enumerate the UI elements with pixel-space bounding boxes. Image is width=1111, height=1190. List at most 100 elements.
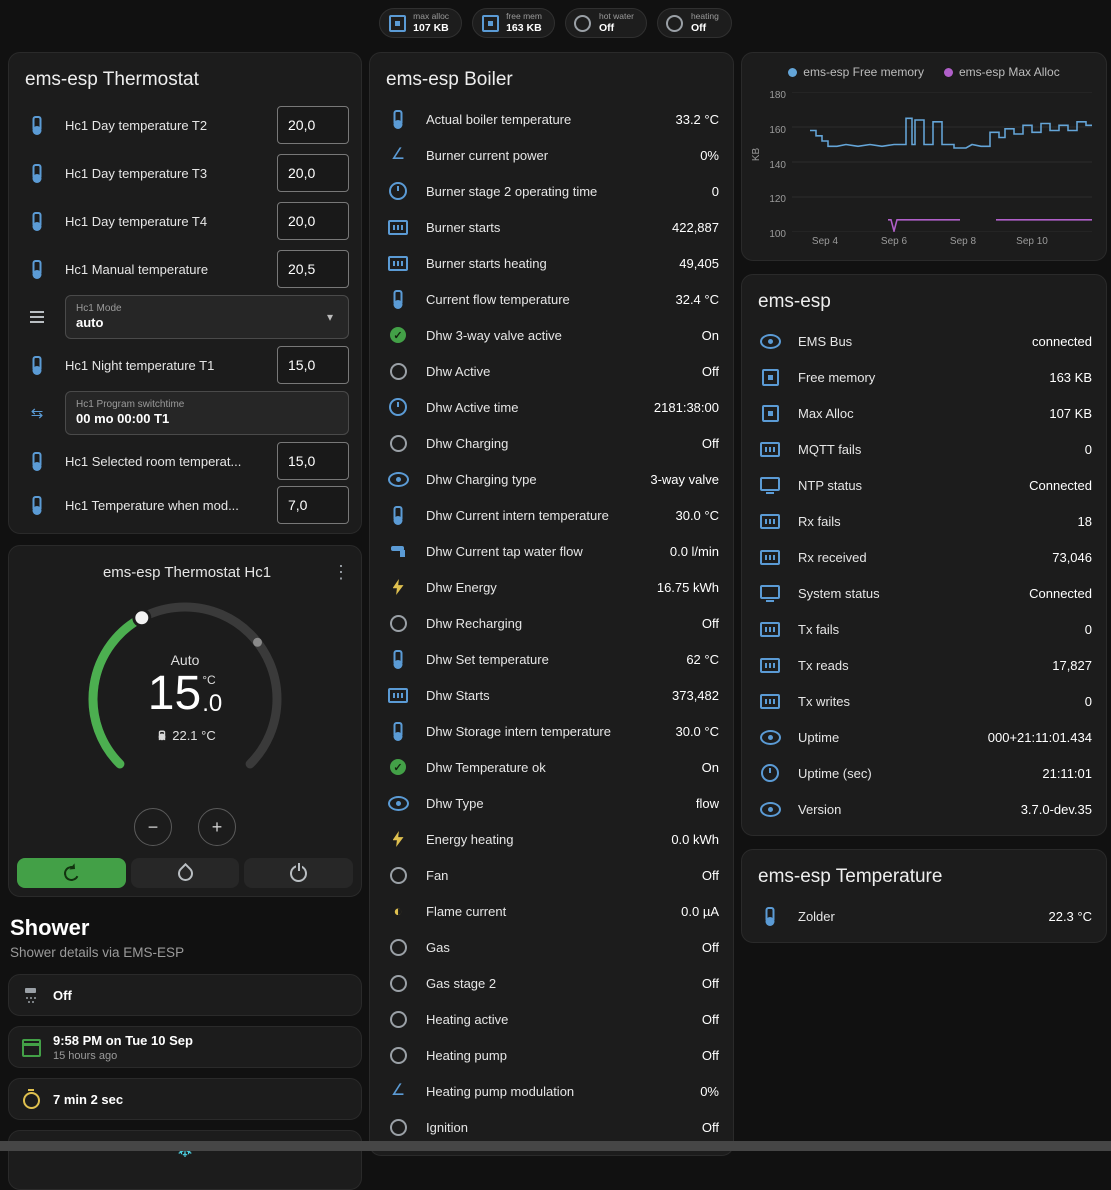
chip-label: free mem [506,12,542,22]
sensor-row[interactable]: Tx fails0 [742,611,1106,647]
chip-free-mem[interactable]: free mem 163 KB [472,8,555,38]
field-value: 00 mo 00:00 T1 [76,411,338,428]
temp-decrease-button[interactable]: − [134,808,172,846]
temperature-input[interactable] [277,486,349,524]
program-switchtime-field[interactable]: Hc1 Program switchtime 00 mo 00:00 T1 [65,391,349,435]
legend-free-memory[interactable]: ems-esp Free memory [788,65,924,79]
sensor-row[interactable]: Zolder22.3 °C [742,898,1106,934]
sensor-row[interactable]: FanOff [370,857,733,893]
sensor-row[interactable]: Heating activeOff [370,1001,733,1037]
thermostat-row: Hc1 Temperature when mod... [9,485,361,533]
row-label: Uptime (sec) [798,766,1032,781]
chip-max-alloc[interactable]: max alloc 107 KB [379,8,462,38]
shower-duration-card[interactable]: 7 min 2 sec [8,1078,362,1120]
sensor-row[interactable]: Burner starts heating49,405 [370,245,733,281]
row-label: EMS Bus [798,334,1022,349]
row-value: 17,827 [1052,658,1092,673]
sensor-row[interactable]: Dhw Active time2181:38:00 [370,389,733,425]
thermometer-icon [758,904,782,928]
sensor-row[interactable]: Dhw Charging type3-way valve [370,461,733,497]
chip-label: heating [691,12,719,22]
sensor-row[interactable]: Dhw Starts373,482 [370,677,733,713]
sensor-row[interactable]: Dhw ActiveOff [370,353,733,389]
row-value: 30.0 °C [675,508,719,523]
sensor-row[interactable]: Dhw Energy16.75 kWh [370,569,733,605]
sensor-row[interactable]: Version3.7.0-dev.35 [742,791,1106,827]
mode-off-button[interactable] [244,858,353,888]
sensor-row[interactable]: Burner current power0% [370,137,733,173]
sensor-row[interactable]: EMS Busconnected [742,323,1106,359]
row-label: Actual boiler temperature [426,112,665,127]
sensor-row[interactable]: Tx writes0 [742,683,1106,719]
temperature-input[interactable] [277,442,349,480]
row-value: 422,887 [672,220,719,235]
sensor-row[interactable]: Rx fails18 [742,503,1106,539]
temperature-input[interactable] [277,154,349,192]
chip-hot-water[interactable]: hot water Off [565,8,647,38]
check-circle-icon [386,755,410,779]
swap-icon [25,401,49,425]
menu-icon[interactable] [331,560,351,584]
sensor-row[interactable]: Energy heating0.0 kWh [370,821,733,857]
temperature-input[interactable] [277,202,349,240]
chip-heating[interactable]: heating Off [657,8,732,38]
sensor-row[interactable]: Actual boiler temperature33.2 °C [370,101,733,137]
row-label: Heating pump [426,1048,692,1063]
mode-auto-button[interactable] [17,858,126,888]
memory-chart-card: ems-esp Free memory ems-esp Max Alloc KB… [741,52,1107,261]
chip-value: 163 KB [506,22,542,34]
mode-heat-button[interactable] [131,858,240,888]
sensor-row[interactable]: Heating pump modulation0% [370,1073,733,1109]
sensor-row[interactable]: Rx received73,046 [742,539,1106,575]
legend-max-alloc[interactable]: ems-esp Max Alloc [944,65,1060,79]
mode-select[interactable]: Hc1 Mode auto [65,295,349,339]
temperature-input[interactable] [277,346,349,384]
sensor-row[interactable]: Current flow temperature32.4 °C [370,281,733,317]
sensor-row[interactable]: Dhw Temperature okOn [370,749,733,785]
sensor-row[interactable]: GasOff [370,929,733,965]
sensor-row[interactable]: Dhw 3-way valve activeOn [370,317,733,353]
eye-icon [758,725,782,749]
sensor-row[interactable]: Dhw ChargingOff [370,425,733,461]
sensor-row[interactable]: Max Alloc107 KB [742,395,1106,431]
sensor-row[interactable]: Burner stage 2 operating time0 [370,173,733,209]
temperature-input[interactable] [277,250,349,288]
temperature-card: ems-esp Temperature Zolder22.3 °C [741,849,1107,943]
circle-outline-icon [574,14,592,32]
sensor-row[interactable]: Dhw Typeflow [370,785,733,821]
sensor-row[interactable]: Gas stage 2Off [370,965,733,1001]
row-label: Max Alloc [798,406,1039,421]
calendar-icon [19,1035,43,1059]
sensor-row[interactable]: IgnitionOff [370,1109,733,1145]
shower-last-time-card[interactable]: 9:58 PM on Tue 10 Sep 15 hours ago [8,1026,362,1068]
sensor-row[interactable]: System statusConnected [742,575,1106,611]
row-label: Hc1 Manual temperature [65,262,277,277]
sensor-row[interactable]: Dhw Current intern temperature30.0 °C [370,497,733,533]
thermometer-icon [386,287,410,311]
sensor-row[interactable]: Heating pumpOff [370,1037,733,1073]
sensor-row[interactable]: Flame current0.0 µA [370,893,733,929]
sensor-row[interactable]: Dhw RechargingOff [370,605,733,641]
shower-state-card[interactable]: Off [8,974,362,1016]
row-value: 0% [700,148,719,163]
sensor-row[interactable]: Dhw Storage intern temperature30.0 °C [370,713,733,749]
sensor-row[interactable]: NTP statusConnected [742,467,1106,503]
sensor-row[interactable]: MQTT fails0 [742,431,1106,467]
sensor-row[interactable]: Dhw Set temperature62 °C [370,641,733,677]
thermostat-dial[interactable]: Auto 15 °C .0 22.1 °C [69,588,301,804]
sensor-row[interactable]: Dhw Current tap water flow0.0 l/min [370,533,733,569]
legend-label: ems-esp Max Alloc [959,65,1060,79]
sensor-row[interactable]: Uptime (sec)21:11:01 [742,755,1106,791]
sensor-row[interactable]: Burner starts422,887 [370,209,733,245]
thermostat-row: Hc1 Selected room temperat... [9,437,361,485]
shower-alert-card[interactable] [8,1130,362,1190]
sensor-row[interactable]: Free memory163 KB [742,359,1106,395]
temperature-input[interactable] [277,106,349,144]
sensor-row[interactable]: Tx reads17,827 [742,647,1106,683]
row-value: 0 [1085,694,1092,709]
dial-unit: °C [202,674,215,686]
temp-increase-button[interactable]: + [198,808,236,846]
thermometer-icon [25,353,49,377]
row-value: 0 [1085,622,1092,637]
sensor-row[interactable]: Uptime000+21:11:01.434 [742,719,1106,755]
